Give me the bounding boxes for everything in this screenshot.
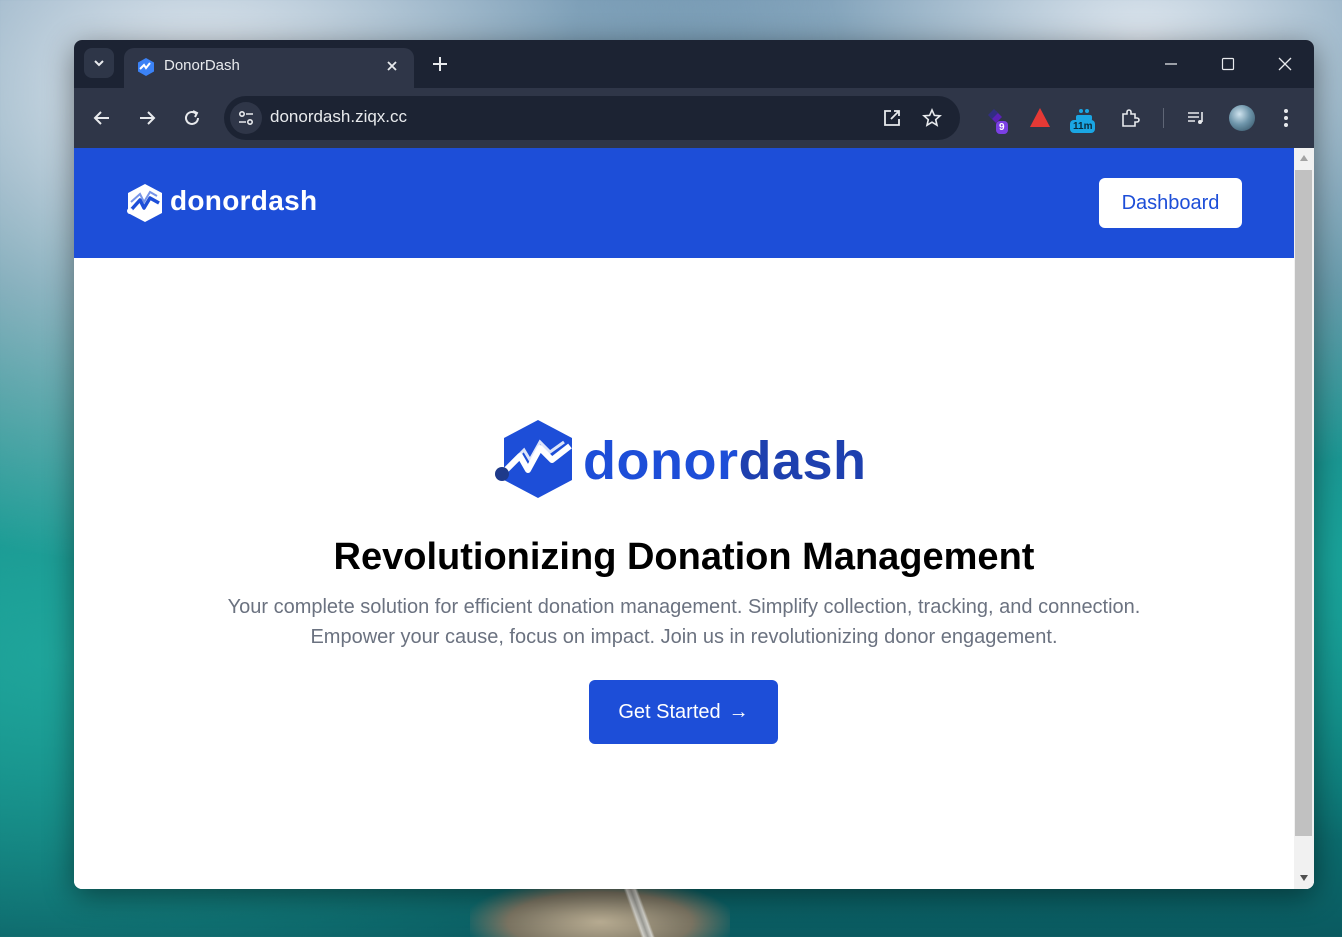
- media-control-button[interactable]: [1180, 102, 1212, 134]
- header-brand-name[interactable]: donordash: [170, 185, 317, 217]
- hero-brand-name: donordash: [583, 430, 867, 492]
- close-icon: [387, 61, 397, 71]
- browser-tab-active[interactable]: DonorDash: [124, 48, 414, 88]
- arrow-right-icon: [140, 111, 156, 125]
- caret-up-icon: [1300, 155, 1308, 161]
- site-header: donordash Dashboard: [74, 148, 1294, 258]
- open-external-icon: [884, 110, 900, 126]
- reload-icon: [185, 110, 199, 125]
- arrow-left-icon: [93, 111, 109, 125]
- tab-title: DonorDash: [164, 57, 240, 74]
- extension-timer-button[interactable]: 11m: [1068, 102, 1100, 134]
- desktop-wallpaper-road: [580, 885, 700, 937]
- close-icon: [1278, 57, 1292, 71]
- scroll-down-button[interactable]: [1294, 870, 1314, 886]
- dashboard-button[interactable]: Dashboard: [1099, 178, 1242, 228]
- minimize-button[interactable]: [1156, 50, 1186, 78]
- browser-toolbar: donordash.ziqx.cc 9 11m: [74, 88, 1314, 148]
- bookmark-button[interactable]: [918, 104, 946, 132]
- page-scrollbar[interactable]: [1294, 148, 1314, 889]
- browser-menu-button[interactable]: [1270, 102, 1302, 134]
- caret-down-icon: [1300, 875, 1308, 881]
- more-vertical-icon: [1284, 109, 1288, 127]
- tune-icon: [238, 110, 254, 126]
- extension-badge: 9: [996, 121, 1008, 134]
- close-window-button[interactable]: [1270, 50, 1300, 78]
- url-text[interactable]: donordash.ziqx.cc: [270, 107, 407, 127]
- get-started-label: Get Started: [618, 700, 721, 723]
- extension-red-triangle-icon: [1030, 108, 1050, 127]
- scroll-up-button[interactable]: [1294, 150, 1314, 166]
- hero-title: Revolutionizing Donation Management: [333, 536, 1035, 578]
- hero-brand-dash: dash: [738, 431, 867, 491]
- back-button[interactable]: [86, 102, 118, 134]
- forward-button[interactable]: [131, 102, 163, 134]
- maximize-button[interactable]: [1213, 50, 1243, 78]
- extension-purple-button[interactable]: 9: [981, 102, 1013, 134]
- hero-subtitle-line-2: Empower your cause, focus on impact. Joi…: [310, 626, 1058, 648]
- reload-button[interactable]: [176, 102, 208, 134]
- extension-badge: 11m: [1070, 120, 1096, 133]
- browser-titlebar: DonorDash: [74, 40, 1314, 88]
- plus-icon: [433, 57, 447, 71]
- extensions-button[interactable]: [1114, 102, 1146, 134]
- browser-window: DonorDash donordash.ziqx.cc 9 11m donord…: [74, 40, 1314, 889]
- media-queue-icon: [1188, 112, 1203, 124]
- scrollbar-thumb[interactable]: [1295, 170, 1312, 836]
- new-tab-button[interactable]: [426, 50, 454, 78]
- address-bar[interactable]: donordash.ziqx.cc: [224, 96, 960, 140]
- maximize-icon: [1221, 57, 1235, 71]
- donordash-logo-icon[interactable]: [124, 182, 166, 224]
- extension-red-triangle-button[interactable]: [1024, 102, 1056, 134]
- tab-search-button[interactable]: [84, 48, 114, 78]
- extensions-puzzle-icon: [1122, 109, 1140, 127]
- donordash-hero-logo-icon: [495, 420, 572, 498]
- arrow-right-icon: →: [728, 700, 749, 723]
- hero-brand-donor: donor: [583, 431, 739, 491]
- hero-subtitle: Your complete solution for efficient don…: [184, 592, 1184, 652]
- page-viewport: donordash Dashboard donordash Revolution…: [74, 148, 1314, 889]
- open-in-app-button[interactable]: [878, 104, 906, 132]
- hero-subtitle-line-1: Your complete solution for efficient don…: [227, 596, 1141, 618]
- site-info-button[interactable]: [230, 102, 262, 134]
- chevron-down-icon: [94, 60, 104, 67]
- minimize-icon: [1165, 63, 1177, 65]
- star-icon: [922, 108, 942, 127]
- profile-avatar[interactable]: [1229, 105, 1255, 131]
- toolbar-separator: [1163, 108, 1164, 128]
- get-started-button[interactable]: Get Started →: [589, 680, 778, 744]
- tab-close-button[interactable]: [380, 54, 404, 78]
- donordash-favicon-icon: [138, 58, 154, 76]
